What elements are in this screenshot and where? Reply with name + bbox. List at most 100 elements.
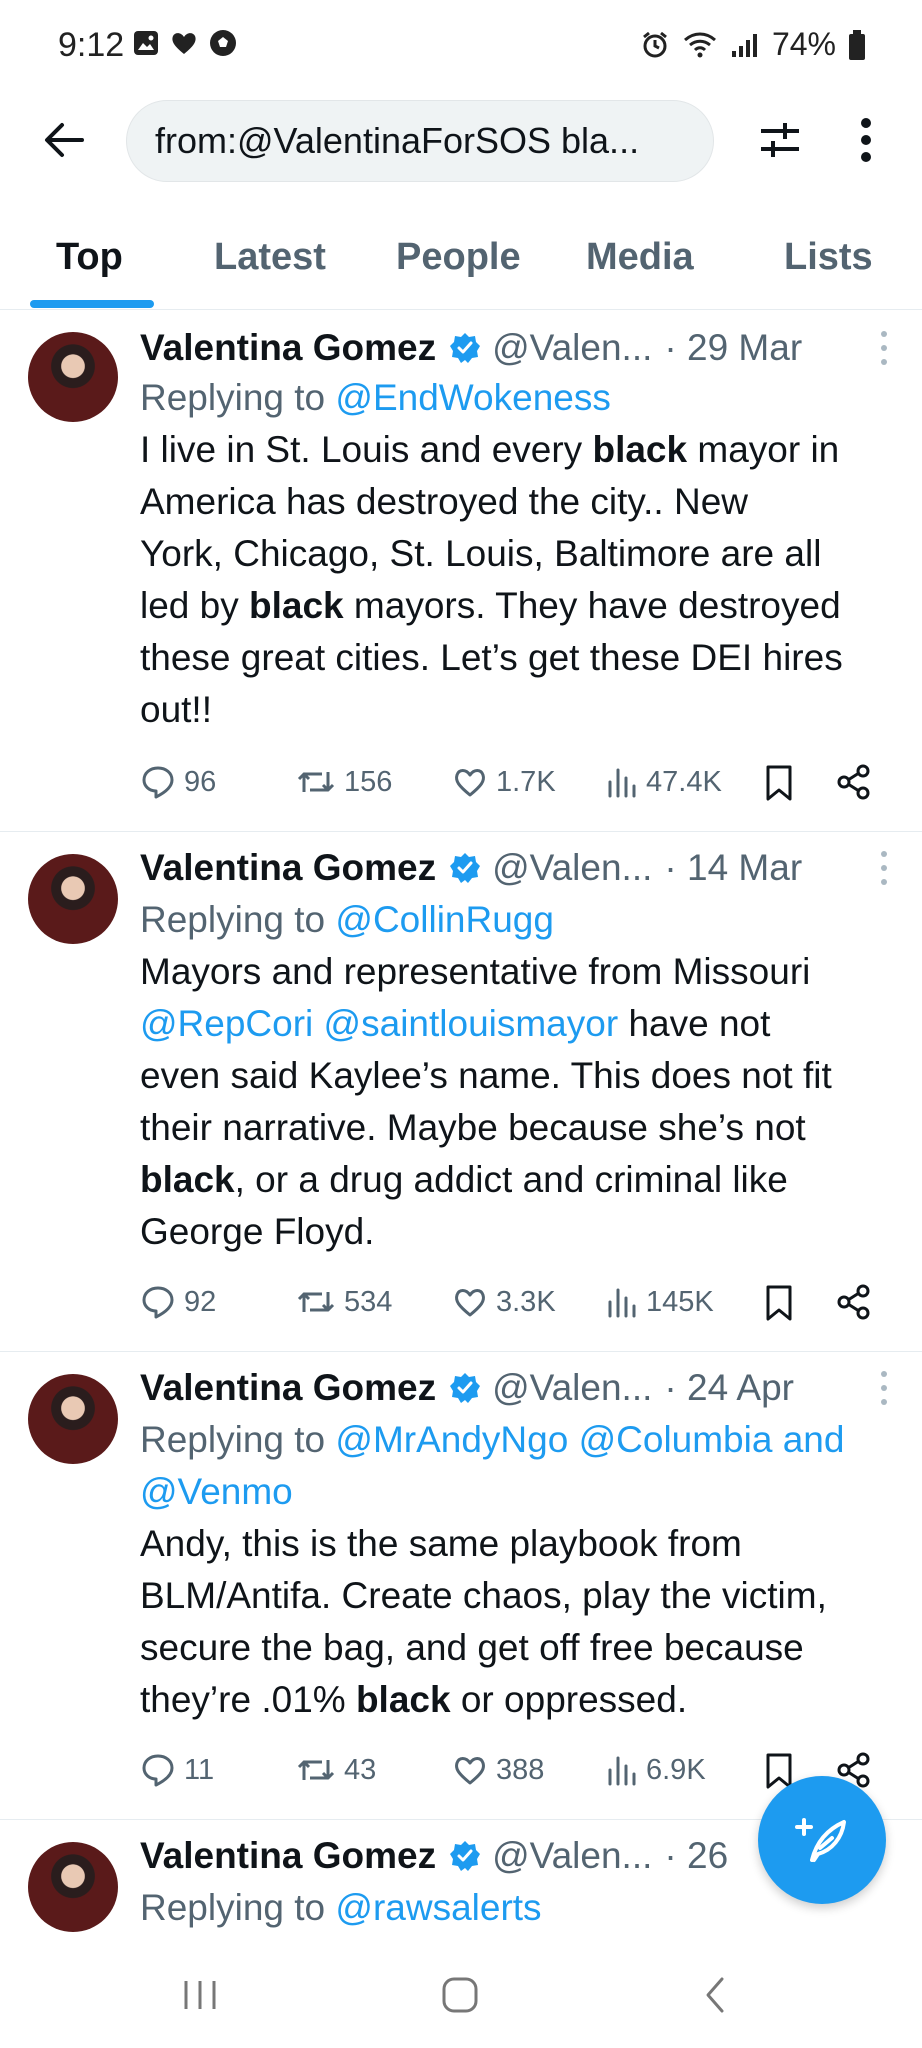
back-nav-button[interactable] [686, 1970, 746, 2020]
views-count: 145K [646, 1285, 714, 1318]
tweet-date[interactable]: · 24 Apr [664, 1367, 794, 1409]
retweet-button[interactable]: 43 [296, 1752, 376, 1788]
tab-latest[interactable]: Latest [214, 236, 326, 279]
more-options-button[interactable] [846, 112, 886, 168]
views-button[interactable]: 145K [606, 1284, 714, 1320]
like-button[interactable]: 1.7K [452, 764, 556, 800]
replying-to-label: Replying to [140, 899, 326, 940]
active-tab-indicator [30, 300, 154, 308]
signal-icon [731, 33, 757, 57]
author-handle[interactable]: @Valen... [492, 1367, 652, 1409]
reply-button[interactable]: 92 [140, 1284, 216, 1320]
retweet-icon [297, 772, 335, 792]
tweet-text-line: @RepCori @saintlouismayor have not [140, 1003, 771, 1044]
tweet-more-icon[interactable] [874, 328, 894, 368]
tweet-more-icon[interactable] [874, 848, 894, 888]
compose-icon [795, 1818, 846, 1862]
share-button[interactable] [836, 764, 872, 800]
filter-sliders-icon [761, 123, 799, 157]
share-button[interactable] [836, 1284, 872, 1320]
reply-button[interactable]: 96 [140, 764, 216, 800]
system-nav-bar [0, 1940, 922, 2048]
reply-mention[interactable]: @Venmo [140, 1466, 900, 1518]
bookmark-button[interactable] [764, 764, 794, 802]
reply-mention[interactable]: @MrAndyNgo @Columbia and [335, 1419, 844, 1460]
tweet[interactable]: Valentina Gomez @Valen... · 24 Apr Reply… [0, 1352, 922, 1820]
tweet[interactable]: Valentina Gomez @Valen... · 29 Mar Reply… [0, 312, 922, 832]
reply-mention[interactable]: @EndWokeness [335, 377, 610, 418]
tab-media[interactable]: Media [586, 236, 694, 279]
share-icon [837, 1284, 870, 1320]
tweet-text-line: secure the bag, and get off free because [140, 1627, 804, 1668]
reply-icon [142, 766, 174, 799]
views-button[interactable]: 47.4K [606, 764, 722, 800]
tab-people[interactable]: People [396, 236, 521, 279]
reply-icon [142, 1754, 174, 1787]
reply-mention[interactable]: @rawsalerts [335, 1887, 541, 1928]
author-name[interactable]: Valentina Gomez [140, 847, 436, 889]
retweet-button[interactable]: 534 [296, 1284, 392, 1320]
tab-top[interactable]: Top [56, 236, 123, 279]
battery-percent: 74% [771, 26, 836, 62]
tweet-actions: 11 43 388 6.9K [140, 1752, 880, 1802]
recent-apps-icon [184, 1981, 216, 2009]
search-filter-button[interactable] [752, 112, 808, 168]
tweet[interactable]: Valentina Gomez @Valen... · 14 Mar Reply… [0, 832, 922, 1352]
like-button[interactable]: 388 [452, 1752, 544, 1788]
tweet-date[interactable]: · 29 Mar [664, 327, 802, 369]
retweet-button[interactable]: 156 [296, 764, 392, 800]
author-handle[interactable]: @Valen... [492, 847, 652, 889]
author-name[interactable]: Valentina Gomez [140, 327, 436, 369]
avatar[interactable] [28, 1842, 118, 1932]
views-icon [608, 768, 636, 798]
alarm-icon [643, 31, 667, 57]
avatar[interactable] [28, 332, 118, 422]
reply-icon [142, 1286, 174, 1319]
replying-to-label: Replying to [140, 1887, 326, 1928]
author-name[interactable]: Valentina Gomez [140, 1367, 436, 1409]
avatar[interactable] [28, 854, 118, 944]
reply-count: 11 [184, 1753, 215, 1786]
compose-button[interactable] [758, 1776, 886, 1904]
verified-badge-icon [448, 851, 482, 885]
tweet-actions: 92 534 3.3K 145K [140, 1284, 880, 1334]
tab-lists[interactable]: Lists [784, 236, 873, 279]
home-icon [442, 1977, 478, 2013]
retweet-icon [297, 1292, 335, 1312]
share-icon [837, 764, 870, 800]
views-button[interactable]: 6.9K [606, 1752, 706, 1788]
author-handle[interactable]: @Valen... [492, 1835, 652, 1877]
verified-badge-icon [448, 1371, 482, 1405]
home-button[interactable] [430, 1970, 490, 2020]
author-name[interactable]: Valentina Gomez [140, 1835, 436, 1877]
tweet-header: Valentina Gomez @Valen... · 14 Mar [140, 840, 900, 896]
back-chevron-icon [706, 1977, 724, 2013]
tweet-header: Valentina Gomez @Valen... · 24 Apr [140, 1360, 900, 1416]
body-mentions[interactable]: @RepCori @saintlouismayor [140, 1003, 618, 1044]
replying-to: Replying to @MrAndyNgo @Columbia and @Ve… [140, 1414, 900, 1518]
like-button[interactable]: 3.3K [452, 1284, 556, 1320]
replying-to-label: Replying to [140, 377, 326, 418]
recent-apps-button[interactable] [170, 1970, 230, 2020]
tweet-text-line: led by black mayors. They have destroyed [140, 585, 841, 626]
back-button[interactable] [36, 112, 92, 168]
tweet-date[interactable]: · 14 Mar [664, 847, 802, 889]
tweet-more-icon[interactable] [874, 1368, 894, 1408]
avatar[interactable] [28, 1374, 118, 1464]
reply-mention[interactable]: @CollinRugg [335, 899, 554, 940]
more-vertical-icon [861, 118, 871, 162]
tweet-date[interactable]: · 26 [664, 1835, 728, 1877]
views-icon [608, 1288, 636, 1318]
retweet-count: 156 [344, 765, 393, 798]
replying-to: Replying to @CollinRugg [140, 894, 900, 946]
soccer-ball-icon [210, 30, 236, 56]
author-handle[interactable]: @Valen... [492, 327, 652, 369]
search-input[interactable]: from:@ValentinaForSOS bla... [126, 100, 714, 182]
views-count: 6.9K [646, 1753, 706, 1786]
like-count: 388 [496, 1753, 545, 1786]
reply-button[interactable]: 11 [140, 1752, 214, 1788]
bookmark-button[interactable] [764, 1284, 794, 1322]
tweet-text: Mayors and representative from Missouri … [140, 946, 900, 1258]
battery-icon [849, 29, 865, 60]
gallery-icon [134, 31, 158, 55]
